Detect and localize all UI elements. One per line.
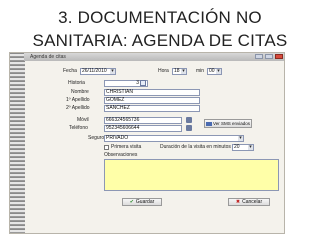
telefono-value: 952345606644 [106,125,140,131]
seguro-select[interactable]: PRIVADO ▾ [104,135,244,142]
slide-title-line2: SANITARIA: AGENDA DE CITAS [32,31,288,50]
close-window-button[interactable] [275,54,283,59]
mobile-phone-icon [186,117,192,123]
guardar-label: Guardar [135,199,155,205]
historia-value: 3 [136,80,139,86]
cancel-icon: ✖ [235,199,241,205]
apellido2-label: 2º Apellido [66,105,90,111]
telefono-field[interactable]: 952345606644 [104,125,182,132]
view-sms-label: Ver SMS enviados [212,121,251,126]
sms-icon [205,121,212,126]
movil-value: 666324565736 [106,117,140,123]
guardar-button[interactable]: ✔ Guardar [122,198,162,206]
nombre-field[interactable]: CHRISTIAN [104,89,200,96]
minimize-button[interactable] [255,54,263,59]
fecha-label: Fecha [63,68,77,74]
fecha-dropdown-icon[interactable]: ▾ [110,69,115,74]
movil-label: Móvil [77,117,89,123]
apellido1-label: 1º Apellido [66,97,90,103]
apellido1-field[interactable]: GOMEZ [104,97,200,104]
cancelar-button[interactable]: ✖ Cancelar [228,198,270,206]
primera-visita-checkbox[interactable] [104,145,109,150]
notebook-spiral [10,53,25,233]
duracion-value: 20 [234,144,240,150]
slide-title-line1: 3. DOCUMENTACIÓN NO [58,8,262,27]
primera-visita-label: Primera visita [111,144,142,150]
nombre-label: Nombre [71,89,89,95]
observaciones-textarea[interactable] [104,159,279,191]
apellido1-value: GOMEZ [106,97,125,103]
seguro-dropdown-icon[interactable]: ▾ [238,136,243,141]
telefono-label: Teléfono [69,125,88,131]
fecha-field[interactable]: 26/11/2010 ▾ [80,68,116,75]
min-spinner-icon[interactable]: ▾ [216,69,221,74]
hora-label: Hora [158,68,169,74]
apellido2-field[interactable]: SANCHEZ [104,105,200,112]
cancelar-label: Cancelar [242,199,263,205]
duracion-select[interactable]: 20 ▾ [232,144,254,151]
maximize-button[interactable] [265,54,273,59]
fecha-value: 26/11/2010 [82,68,107,74]
historia-search-icon[interactable] [140,80,146,86]
min-value: 00 [209,68,215,74]
duracion-dropdown-icon[interactable]: ▾ [248,145,253,150]
check-icon: ✔ [129,199,134,205]
hora-spinner-icon[interactable]: ▾ [181,69,186,74]
window-title: Agenda de citas [30,54,66,60]
telephone-icon [186,125,192,131]
nombre-value: CHRISTIAN [106,89,133,95]
observaciones-label: Observaciones [104,152,138,158]
seguro-value: PRIVADO [106,135,129,141]
min-field[interactable]: 00 ▾ [207,68,222,75]
view-sms-button[interactable]: Ver SMS enviados [204,119,252,128]
hora-value: 18 [174,68,180,74]
apellido2-value: SANCHEZ [106,105,130,111]
window-titlebar: Agenda de citas [24,53,284,61]
duracion-label: Duración de la visita en minutos [160,144,231,150]
min-label: min [196,68,205,74]
slide-title: 3. DOCUMENTACIÓN NO SANITARIA: AGENDA DE… [0,6,320,52]
seguro-label: Seguro [88,135,105,141]
historia-label: Historia [68,80,85,86]
movil-field[interactable]: 666324565736 [104,117,182,124]
hora-field[interactable]: 18 ▾ [172,68,187,75]
